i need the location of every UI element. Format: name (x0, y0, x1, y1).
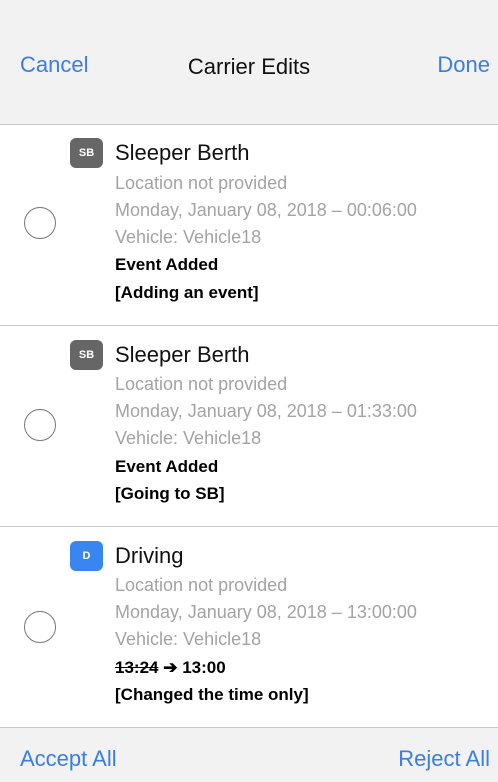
event-status-title: Driving (115, 543, 184, 568)
arrow-right-icon: ➔ (163, 658, 178, 677)
event-change: Event Added (115, 457, 219, 476)
event-note: [Adding an event] (115, 283, 259, 302)
reject-all-button[interactable]: Reject All (398, 746, 490, 772)
event-row[interactable]: D Driving Location not provided Monday, … (0, 527, 498, 728)
event-location: Location not provided (115, 575, 288, 595)
event-vehicle: Vehicle: Vehicle18 (115, 428, 262, 448)
event-change: Event Added (115, 255, 219, 274)
event-note: [Going to SB] (115, 484, 225, 503)
nav-header: Cancel Carrier Edits Done (0, 0, 498, 125)
event-status-title: Sleeper Berth (115, 342, 250, 367)
accept-all-button[interactable]: Accept All (20, 746, 117, 772)
event-status-title: Sleeper Berth (115, 140, 250, 165)
new-time: 13:00 (182, 658, 226, 677)
old-time: 13:24 (115, 658, 159, 677)
select-radio[interactable] (24, 409, 56, 441)
event-vehicle: Vehicle: Vehicle18 (115, 629, 262, 649)
action-footer: Accept All Reject All (0, 728, 498, 782)
select-radio[interactable] (24, 207, 56, 239)
status-badge: SB (70, 138, 103, 168)
event-row[interactable]: SB Sleeper Berth Location not provided M… (0, 326, 498, 527)
page-title: Carrier Edits (187, 54, 311, 79)
event-row[interactable]: SB Sleeper Berth Location not provided M… (0, 125, 498, 326)
event-location: Location not provided (115, 173, 288, 193)
event-note: [Changed the time only] (115, 685, 309, 704)
select-radio[interactable] (24, 611, 56, 643)
status-badge: SB (70, 340, 103, 370)
event-datetime: Monday, January 08, 2018 – 01:33:00 (115, 401, 417, 421)
status-badge: D (70, 541, 103, 571)
event-vehicle: Vehicle: Vehicle18 (115, 227, 262, 247)
event-datetime: Monday, January 08, 2018 – 13:00:00 (115, 602, 417, 622)
event-datetime: Monday, January 08, 2018 – 00:06:00 (115, 200, 417, 220)
event-location: Location not provided (115, 374, 288, 394)
done-button[interactable]: Done (437, 52, 490, 78)
event-change: 13:24 ➔ 13:00 (115, 658, 226, 678)
